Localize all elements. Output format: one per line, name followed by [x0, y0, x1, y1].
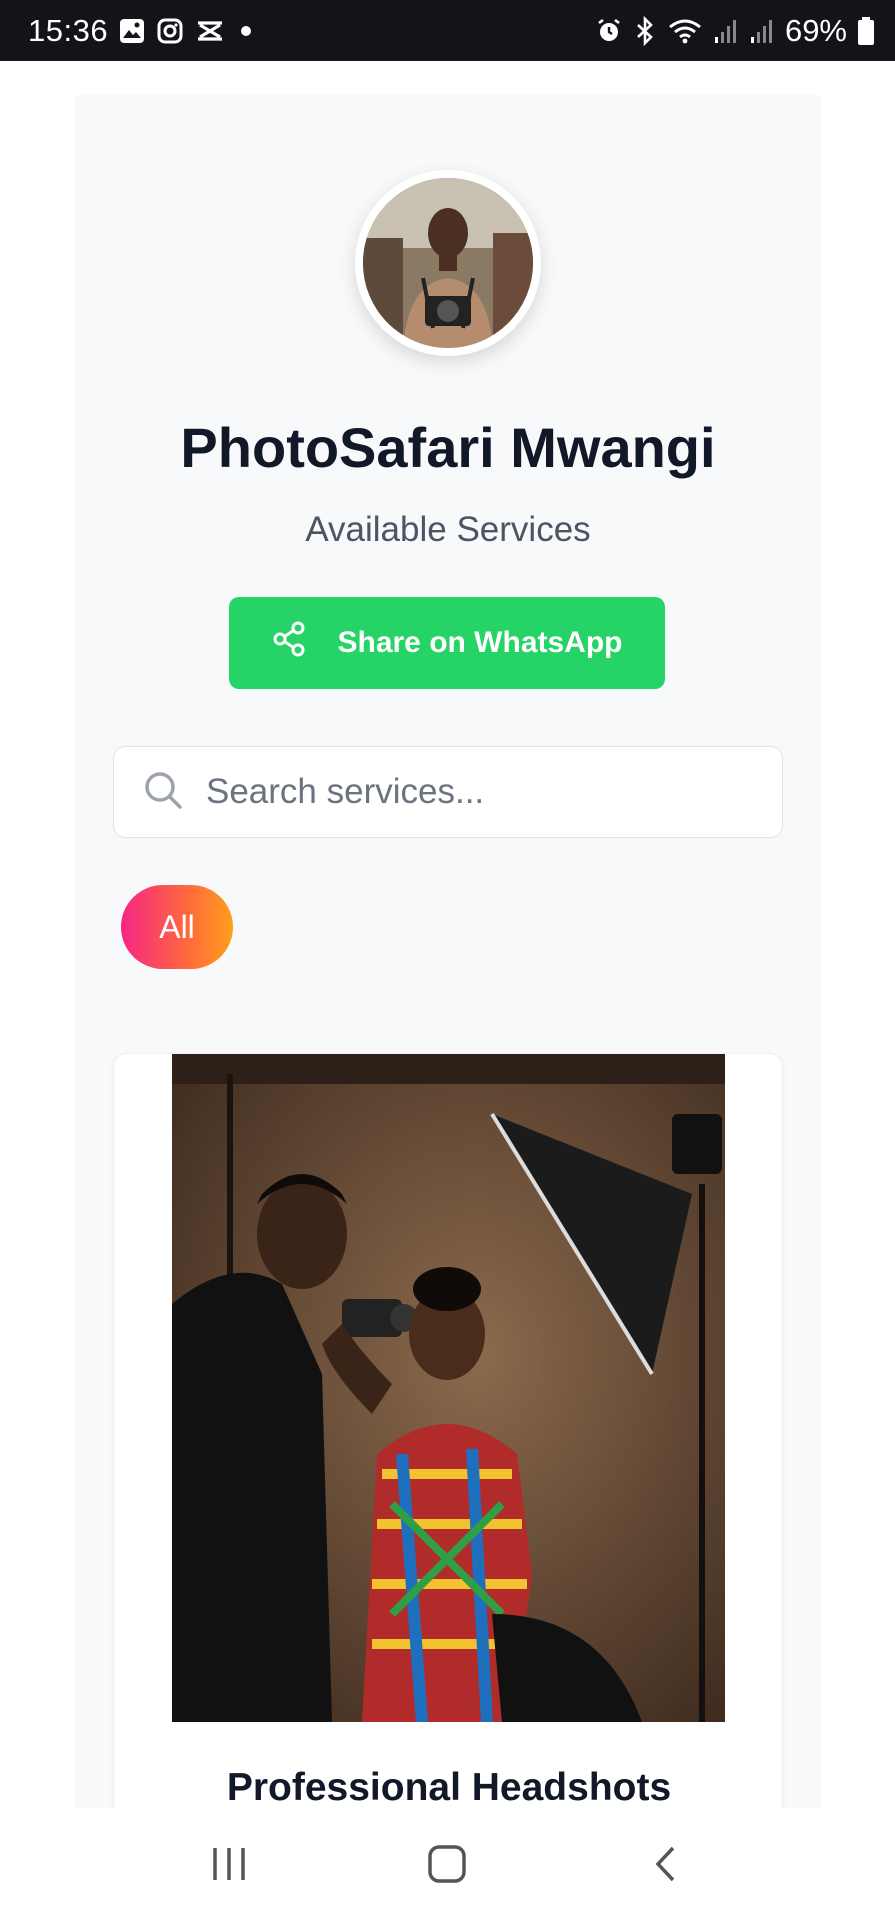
search-input[interactable]	[206, 772, 726, 812]
battery-percentage: 69%	[784, 12, 847, 48]
filter-chip-label: All	[159, 908, 195, 945]
page-title: PhotoSafari Mwangi	[180, 416, 716, 479]
photographer-avatar	[363, 178, 533, 348]
status-time: 15:36	[28, 12, 109, 48]
search-icon	[142, 769, 184, 816]
share-icon	[271, 621, 307, 665]
avatar	[355, 170, 541, 356]
instagram-icon	[156, 17, 184, 45]
alarm-icon	[595, 17, 623, 45]
wifi-icon	[667, 16, 703, 46]
search-box[interactable]	[113, 746, 783, 838]
services-page: PhotoSafari Mwangi Available Services Sh…	[75, 95, 821, 1808]
signal-icon	[749, 17, 775, 45]
status-right: 69%	[595, 13, 875, 49]
share-button-label: Share on WhatsApp	[337, 626, 623, 659]
battery-icon	[857, 16, 875, 46]
recents-icon[interactable]	[189, 1824, 269, 1904]
system-nav-bar	[0, 1808, 895, 1920]
bluetooth-icon	[633, 15, 657, 46]
page-subtitle: Available Services	[305, 510, 591, 549]
share-whatsapp-button[interactable]: Share on WhatsApp	[229, 597, 665, 689]
home-icon[interactable]	[407, 1824, 487, 1904]
status-left: 15:36	[28, 13, 256, 49]
status-bar: 15:36 69%	[0, 0, 895, 61]
dot-icon	[236, 21, 256, 41]
photographer-studio-photo	[172, 1054, 725, 1722]
filter-chip-all[interactable]: All	[121, 885, 233, 969]
service-title: Professional Headshots	[226, 1766, 672, 1808]
back-icon[interactable]	[626, 1824, 706, 1904]
gallery-icon	[118, 17, 146, 45]
signal-icon	[713, 17, 739, 45]
capcut-icon	[194, 17, 226, 45]
service-card[interactable]: Professional Headshots	[113, 1053, 783, 1808]
